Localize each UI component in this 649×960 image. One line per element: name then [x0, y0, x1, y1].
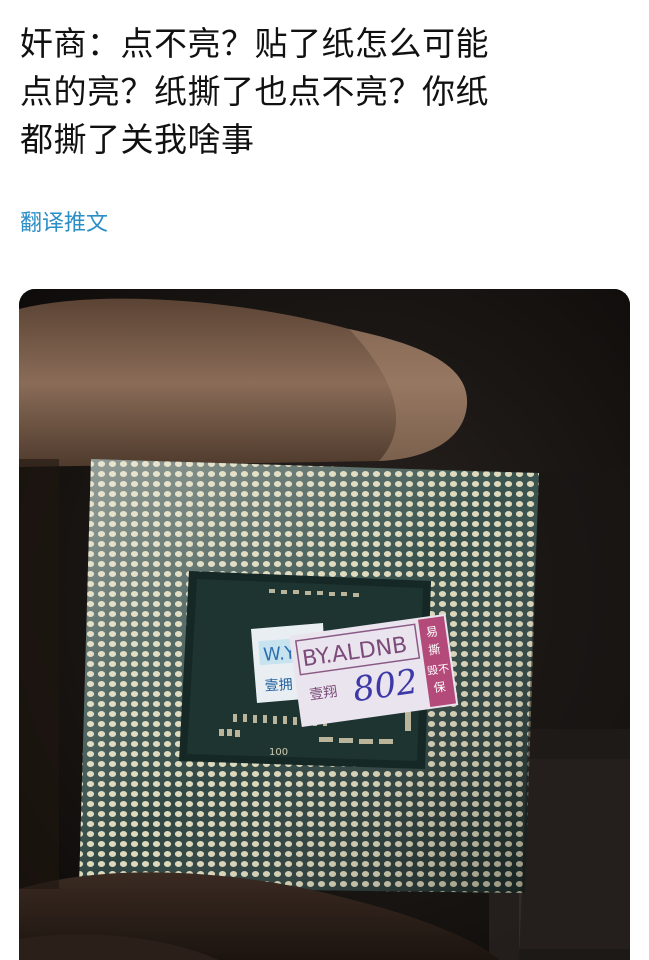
- tweet-text-line: 奸商：点不亮？贴了纸怎么可能: [20, 24, 489, 63]
- cpu-chip: 100 W.Y 壹拥 BY.ALDNB 壹翔 802 易 撕 毁不 保: [79, 459, 539, 893]
- tweet-text-line: 点的亮？纸撕了也点不亮？你纸: [20, 72, 489, 111]
- svg-text:易: 易: [425, 624, 439, 640]
- tweet-text: 奸商：点不亮？贴了纸怎么可能 点的亮？纸撕了也点不亮？你纸 都撕了关我啥事: [20, 20, 630, 164]
- svg-text:壹拥: 壹拥: [264, 677, 293, 695]
- svg-text:保: 保: [433, 680, 447, 696]
- svg-text:撕: 撕: [427, 642, 441, 658]
- translate-tweet-link[interactable]: 翻译推文: [20, 205, 108, 237]
- tweet-text-line: 都撕了关我啥事: [20, 120, 255, 159]
- tweet-media-photo[interactable]: 100 W.Y 壹拥 BY.ALDNB 壹翔 802 易 撕 毁不 保: [19, 289, 630, 960]
- cpu-photo: 100 W.Y 壹拥 BY.ALDNB 壹翔 802 易 撕 毁不 保: [19, 289, 630, 960]
- pcb-marking: 100: [269, 747, 288, 758]
